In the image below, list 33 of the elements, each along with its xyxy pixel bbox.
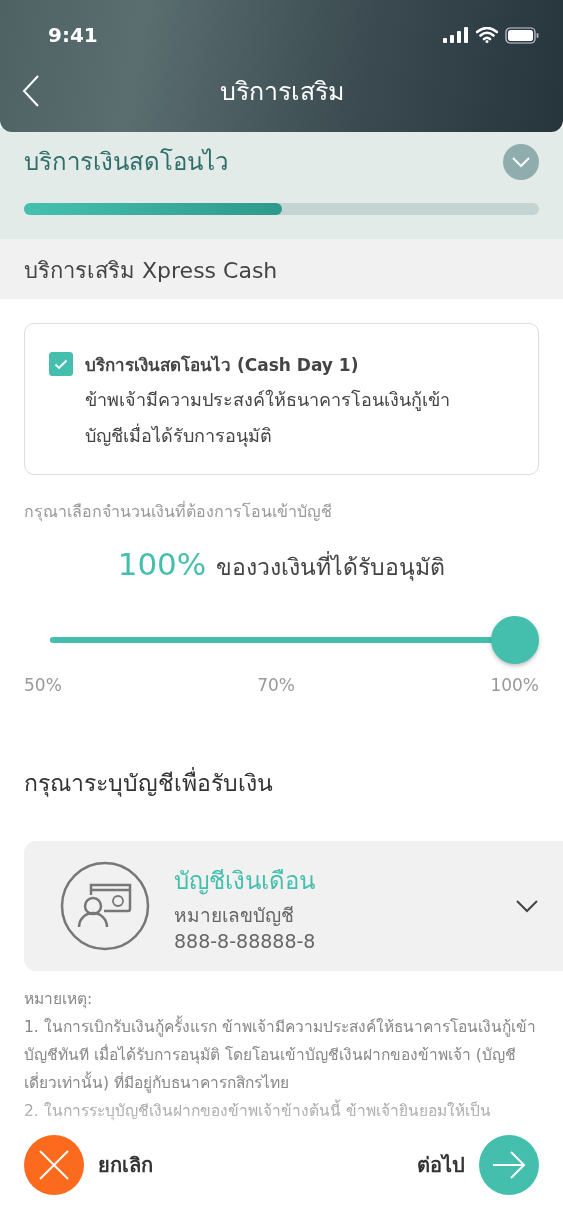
account-number-label: หมายเลขบัญชี: [174, 902, 295, 928]
notes-title: หมายเหตุ:: [24, 989, 94, 1011]
back-icon: [22, 74, 40, 108]
note-text: 1. ในการเบิกรับเงินกู้ครั้งแรก ข้าพเจ้ามีความประสงค์ให้ธนาคารโอนเงินกู้เข้าบัญชีทันที เมื่อได้รับการอนุมัติ โดยโอนเข้าบัญชีเงินฝากของข้าพเจ้า (บัญชีเดี่ยวเท่านั้น) ที่มีอยู่กับธนาคารกสิกรไทย: [24, 1013, 539, 1097]
next-button[interactable]: ต่อไป: [417, 1135, 539, 1195]
account-selector[interactable]: บัญชีเงินเดือน หมายเลขบัญชี 888-8-88888-8: [24, 841, 563, 971]
note-text: 2. ในการระบุบัญชีเงินฝากของข้าพเจ้าข้างต้นนี้ ข้าพเจ้ายินยอมให้เป็น: [24, 1097, 539, 1125]
account-name: บัญชีเงินเดือน: [174, 865, 316, 897]
slider-thumb[interactable]: [491, 616, 539, 664]
account-heading: กรุณาระบุบัญชีเพื่อรับเงิน: [24, 765, 539, 801]
option-title: บริการเงินสดโอนไว (Cash Day 1): [85, 354, 360, 377]
chevron-down-icon: [511, 155, 531, 168]
step-title: บริการเงินสดโอนไว: [24, 147, 228, 178]
signal-icon: [443, 27, 469, 43]
account-card-icon: [60, 861, 150, 951]
slider-tick-label: 70%: [257, 675, 295, 695]
chevron-down-icon: [515, 899, 539, 913]
option-description: ข้าพเจ้ามีความประสงค์ให้ธนาคารโอนเงินกู้เข้าบัญชีเมื่อได้รับการอนุมัติ: [85, 388, 451, 449]
slider-tick-label: 50%: [24, 675, 62, 695]
slider-tick-label: 100%: [490, 675, 539, 695]
percent-caption: ของวงเงินที่ได้รับอนุมัติ: [216, 549, 446, 585]
status-time: 9:41: [48, 23, 98, 47]
section-title: บริการเสริม Xpress Cash: [24, 258, 278, 283]
expand-button[interactable]: [503, 143, 539, 180]
check-icon: [54, 358, 68, 370]
percent-value: 100%: [117, 546, 207, 582]
amount-label: กรุณาเลือกจำนวนเงินที่ต้องการโอนเข้าบัญชี: [24, 500, 333, 524]
page-title: บริการเสริม: [219, 76, 344, 108]
wifi-icon: [476, 27, 498, 43]
cancel-button[interactable]: ยกเลิก: [24, 1135, 153, 1195]
battery-icon: [505, 26, 539, 44]
account-number: 888-8-88888-8: [174, 929, 317, 952]
checkbox[interactable]: [49, 352, 73, 376]
